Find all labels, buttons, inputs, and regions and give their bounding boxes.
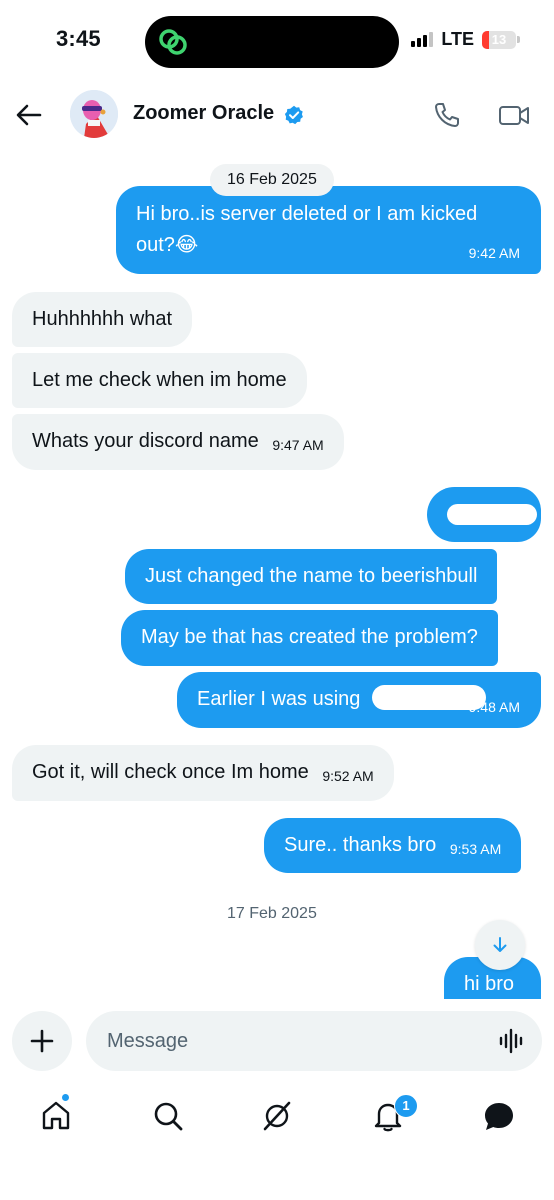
message-incoming[interactable]: Got it, will check once Im home 9:52 AM xyxy=(12,745,394,801)
grok-icon xyxy=(263,1101,291,1131)
message-text: Got it, will check once Im home xyxy=(32,761,309,783)
date-separator: 17 Feb 2025 xyxy=(227,905,317,922)
message-text: out?😂 xyxy=(136,234,199,256)
scroll-to-bottom-button[interactable] xyxy=(475,920,525,970)
home-icon xyxy=(42,1101,70,1130)
date-separator: 16 Feb 2025 xyxy=(210,164,334,196)
battery-icon: 13 xyxy=(482,30,516,49)
messages-icon xyxy=(485,1103,513,1130)
message-outgoing[interactable]: Earlier I was using 9:48 AM xyxy=(177,672,541,728)
message-text: Earlier I was using xyxy=(197,688,361,710)
message-time: 9:47 AM xyxy=(272,437,324,453)
message-text: Whats your discord name xyxy=(32,430,259,452)
message-incoming[interactable]: Whats your discord name 9:47 AM xyxy=(12,414,344,470)
message-text: Sure.. thanks bro xyxy=(284,834,437,856)
notification-count-badge: 1 xyxy=(394,1094,418,1118)
status-time: 3:45 xyxy=(56,26,101,51)
redaction-mark xyxy=(447,504,537,525)
message-text: May be that has created the problem? xyxy=(141,626,478,648)
signal-icon xyxy=(411,32,434,47)
tab-grok[interactable] xyxy=(259,1098,295,1134)
avatar[interactable] xyxy=(70,90,118,138)
plus-icon xyxy=(30,1029,54,1053)
home-badge-dot xyxy=(61,1093,70,1102)
battery-level: 13 xyxy=(491,31,507,47)
tab-search[interactable] xyxy=(150,1098,186,1134)
video-camera-icon[interactable] xyxy=(497,100,531,130)
status-indicators: LTE 13 xyxy=(411,29,520,50)
add-attachment-button[interactable] xyxy=(12,1011,72,1071)
message-text: Hi bro..is server deleted or I am kicked xyxy=(136,203,478,225)
tab-messages[interactable] xyxy=(481,1098,517,1134)
message-text: Just changed the name to beerishbull xyxy=(145,565,478,587)
message-outgoing[interactable]: May be that has created the problem? xyxy=(121,610,498,666)
arrow-down-icon xyxy=(493,937,507,952)
avatar-image xyxy=(70,90,118,138)
message-incoming[interactable]: Huhhhhhh what xyxy=(12,292,193,347)
dynamic-island xyxy=(145,16,399,68)
message-text: hi bro xyxy=(464,973,515,995)
redaction-mark xyxy=(372,685,486,710)
message-time: 9:42 AM xyxy=(468,245,520,261)
network-type: LTE xyxy=(441,29,474,49)
back-arrow-icon[interactable] xyxy=(14,100,44,130)
verified-badge-icon xyxy=(284,105,303,125)
message-outgoing[interactable]: Sure.. thanks bro 9:53 AM xyxy=(264,818,522,873)
message-time: 9:53 AM xyxy=(449,841,502,857)
message-time: 9:52 AM xyxy=(322,768,374,784)
search-icon xyxy=(154,1102,183,1131)
voice-message-icon[interactable] xyxy=(498,1027,526,1055)
phone-icon[interactable] xyxy=(432,100,462,130)
message-outgoing[interactable]: Hi bro..is server deleted or I am kicked… xyxy=(116,186,541,274)
message-outgoing[interactable]: Just changed the name to beerishbull xyxy=(125,549,498,604)
message-input[interactable] xyxy=(86,1011,542,1071)
link-app-icon xyxy=(159,29,187,55)
message-text: Let me check when im home xyxy=(32,369,287,391)
tab-home[interactable] xyxy=(38,1098,74,1134)
message-incoming[interactable]: Let me check when im home xyxy=(12,353,307,408)
contact-name[interactable]: Zoomer Oracle xyxy=(133,102,274,125)
message-outgoing-redacted[interactable] xyxy=(427,487,541,542)
message-text: Huhhhhhh what xyxy=(32,308,173,330)
